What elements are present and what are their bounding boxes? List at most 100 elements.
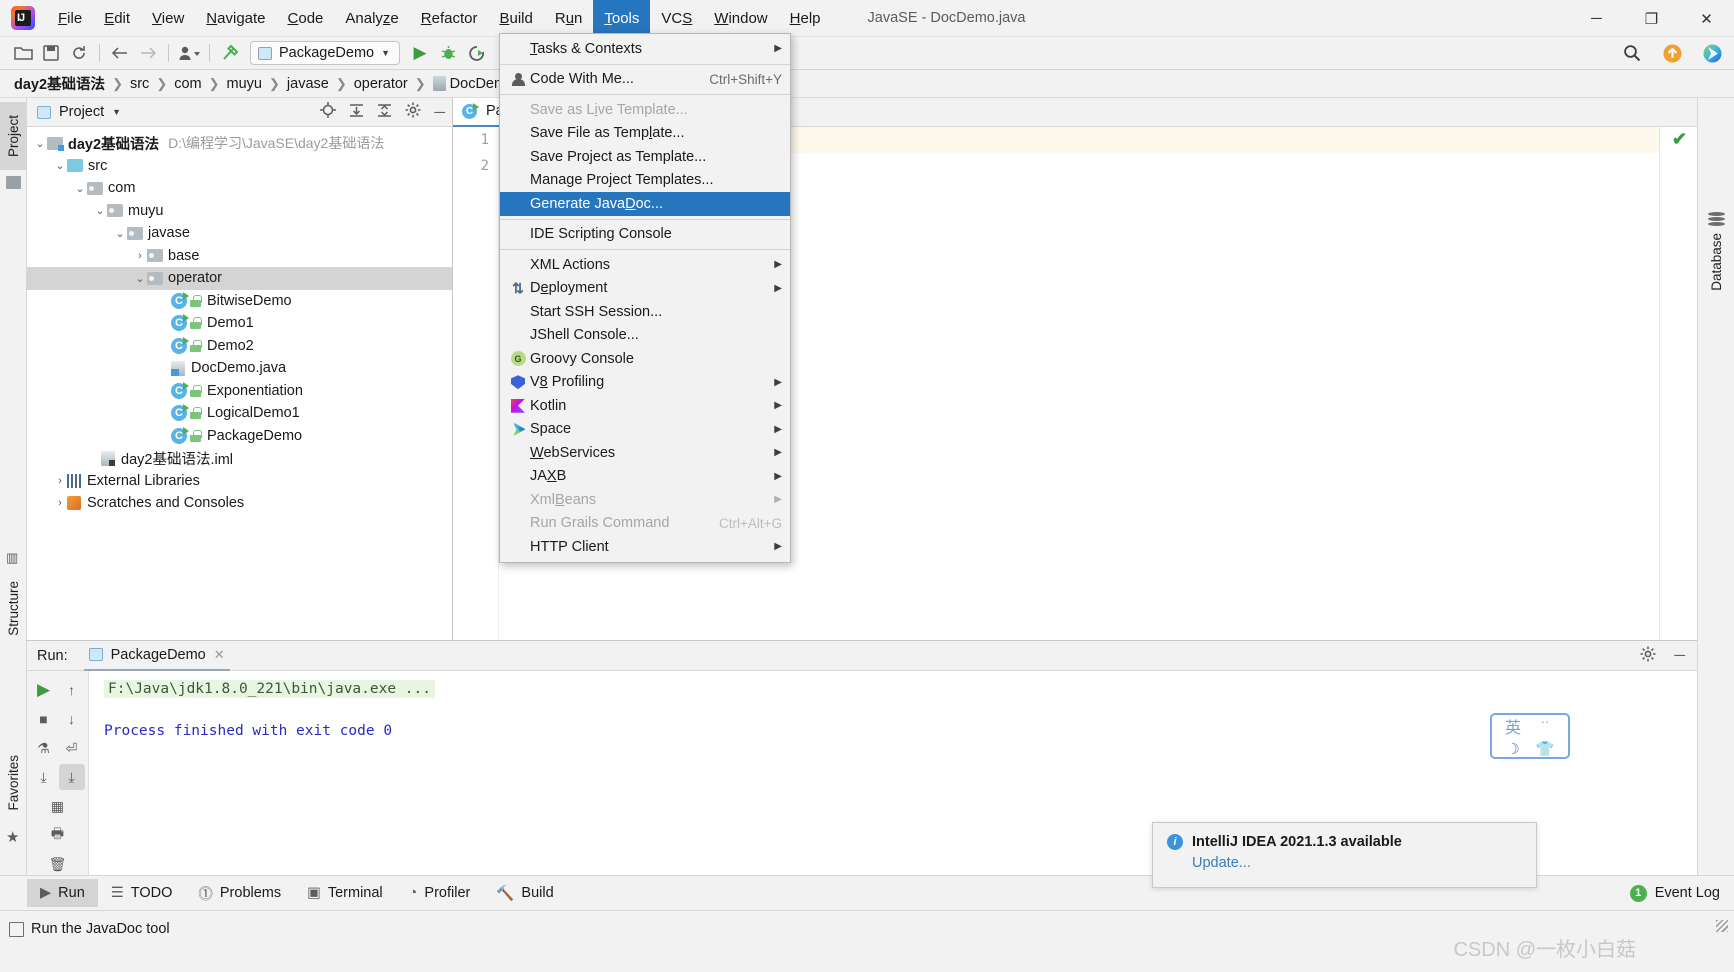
save-all-icon[interactable] [37, 40, 65, 66]
tree-row-docdemo[interactable]: › DocDemo.java [27, 357, 452, 380]
tree-row-external-libraries[interactable]: › External Libraries [27, 470, 452, 493]
run-window-side-toolbar[interactable]: ▶ ↑ ■ ↓ ⚗ ⏎ ⤓ ⤓ ▦ 🖶 🗑 [27, 671, 89, 876]
tree-row-demo2[interactable]: › C Demo2 [27, 335, 452, 358]
menu-window[interactable]: Window [703, 0, 778, 37]
menu-navigate[interactable]: Navigate [195, 0, 276, 37]
main-toolbar[interactable]: PackageDemo ▼ ▶ [0, 37, 1734, 70]
search-icon[interactable] [1618, 40, 1646, 66]
menu-build[interactable]: Build [488, 0, 543, 37]
rail-button-database[interactable]: Database [1698, 206, 1734, 338]
print-icon[interactable]: 🖶 [45, 822, 71, 848]
chevron-down-icon[interactable]: ⌄ [133, 272, 147, 285]
menu-item-kotlin[interactable]: Kotlin ▶ [500, 394, 790, 418]
menu-item-start-ssh-session[interactable]: Start SSH Session... [500, 300, 790, 324]
tree-row-operator[interactable]: ⌄ operator [27, 267, 452, 290]
toolbar-right-actions[interactable] [1618, 40, 1726, 66]
ime-language-label[interactable]: 英 [1498, 714, 1528, 738]
minimize-button[interactable]: ─ [1569, 0, 1624, 37]
tree-row-scratches[interactable]: › Scratches and Consoles [27, 492, 452, 515]
tree-row-day2[interactable]: ⌄ day2基础语法 D:\编程学习\JavaSE\day2基础语法 [27, 132, 452, 155]
resize-grip[interactable] [1716, 920, 1728, 932]
bottom-tab-todo[interactable]: ☰ TODO [98, 879, 186, 907]
maximize-button[interactable]: ❐ [1624, 0, 1679, 37]
tree-row-logicaldemo1[interactable]: › C LogicalDemo1 [27, 402, 452, 425]
open-project-icon[interactable] [9, 40, 37, 66]
folder-icon[interactable] [6, 176, 21, 189]
menu-item-code-with-me[interactable]: Code With Me... Ctrl+Shift+Y [500, 68, 790, 92]
chevron-down-icon[interactable]: ⌄ [113, 227, 127, 240]
filter-icon[interactable]: ⚗ [31, 735, 57, 761]
editor-right-gutter[interactable] [1659, 127, 1697, 640]
tree-row-iml[interactable]: › day2基础语法.iml [27, 447, 452, 470]
navigate-back-icon[interactable] [106, 40, 134, 66]
hide-panel-icon[interactable]: ─ [434, 104, 445, 121]
sync-icon[interactable] [65, 40, 93, 66]
inspection-ok-icon[interactable]: ✔ [1672, 129, 1687, 150]
tree-row-muyu[interactable]: ⌄ muyu [27, 200, 452, 223]
tree-row-demo1[interactable]: › C Demo1 [27, 312, 452, 335]
menu-refactor[interactable]: Refactor [410, 0, 489, 37]
editor-gutter[interactable]: 1 2 [453, 127, 499, 640]
project-panel-actions[interactable]: ─ [320, 102, 445, 122]
bottom-tab-problems[interactable]: ⓵ Problems [185, 879, 294, 907]
ime-moon-icon[interactable]: ☽ [1498, 740, 1528, 758]
bottom-tab-terminal[interactable]: ▣ Terminal [294, 879, 396, 907]
menu-item-xml-actions[interactable]: XML Actions ▶ [500, 253, 790, 277]
soft-wrap-icon[interactable]: ⏎ [59, 735, 85, 761]
space-icon[interactable] [1698, 40, 1726, 66]
bottom-tab-profiler[interactable]: ◔ Profiler [396, 879, 484, 907]
window-controls[interactable]: ─ ❐ ✕ [1569, 0, 1734, 37]
tree-row-bitwisedemo[interactable]: › C BitwiseDemo [27, 290, 452, 313]
menu-help[interactable]: Help [779, 0, 832, 37]
breadcrumb-item-1[interactable]: src [130, 76, 149, 92]
tree-row-exponentiation[interactable]: › C Exponentiation [27, 380, 452, 403]
build-hammer-icon[interactable] [216, 40, 244, 66]
breadcrumb-item-5[interactable]: operator [354, 76, 408, 92]
chevron-right-icon[interactable]: › [53, 497, 67, 509]
menu-item-jaxb[interactable]: JAXB ▶ [500, 465, 790, 489]
right-tool-rail[interactable]: Database [1697, 98, 1734, 875]
menu-item-v8-profiling[interactable]: V8 Profiling ▶ [500, 371, 790, 395]
breadcrumb-item-3[interactable]: muyu [227, 76, 262, 92]
chevron-down-icon[interactable]: ⌄ [53, 159, 67, 172]
menu-item-save-project-as-template[interactable]: Save Project as Template... [500, 145, 790, 169]
tree-row-javase[interactable]: ⌄ javase [27, 222, 452, 245]
scroll-up-icon[interactable]: ↑ [59, 677, 85, 703]
collapse-all-icon[interactable] [377, 103, 392, 122]
chevron-right-icon[interactable]: › [53, 475, 67, 487]
close-icon[interactable]: ✕ [214, 647, 225, 663]
bottom-tab-build[interactable]: 🔨 Build [483, 879, 566, 907]
menu-item-save-file-as-template[interactable]: Save File as Template... [500, 122, 790, 146]
breadcrumb-item-0[interactable]: day2基础语法 [14, 73, 105, 94]
breadcrumb-item-4[interactable]: javase [287, 76, 329, 92]
run-button[interactable]: ▶ [406, 40, 434, 66]
left-tool-rail[interactable]: Project ▥ Structure Favorites ★ [0, 98, 27, 875]
update-notification[interactable]: i IntelliJ IDEA 2021.1.3 available Updat… [1152, 822, 1537, 888]
stop-icon[interactable]: ■ [31, 706, 57, 732]
star-icon[interactable]: ★ [6, 828, 19, 846]
menu-item-ide-scripting-console[interactable]: IDE Scripting Console [500, 223, 790, 247]
ime-dots-icon[interactable]: ·· [1530, 714, 1560, 738]
run-with-coverage-button[interactable] [462, 40, 490, 66]
rail-button-structure[interactable]: Structure [0, 568, 27, 648]
event-log-button[interactable]: 1 Event Log [1629, 884, 1720, 902]
menu-item-generate-javadoc[interactable]: Generate JavaDoc... [500, 192, 790, 216]
chevron-down-icon[interactable]: ▼ [112, 107, 121, 117]
chevron-down-icon[interactable]: ⌄ [73, 182, 87, 195]
tree-row-base[interactable]: › base [27, 245, 452, 268]
hide-panel-icon[interactable]: ─ [1674, 647, 1685, 664]
close-button[interactable]: ✕ [1679, 0, 1734, 37]
menu-view[interactable]: View [141, 0, 195, 37]
chevron-down-icon[interactable]: ⌄ [33, 137, 47, 150]
locate-icon[interactable] [320, 102, 337, 122]
bottom-tab-run[interactable]: ▶ Run [27, 879, 98, 907]
notification-update-link[interactable]: Update... [1153, 850, 1536, 871]
expand-all-icon[interactable] [349, 103, 364, 122]
tree-row-src[interactable]: ⌄ src [27, 155, 452, 178]
menu-bar[interactable]: File Edit View Navigate Code Analyze Ref… [47, 0, 832, 37]
breadcrumb[interactable]: day2基础语法 ❯ src ❯ com ❯ muyu ❯ javase ❯ o… [0, 70, 1734, 98]
navigate-forward-icon[interactable] [134, 40, 162, 66]
menu-edit[interactable]: Edit [93, 0, 141, 37]
menu-item-webservices[interactable]: WebServices ▶ [500, 441, 790, 465]
expand-icon[interactable]: ⤓ [31, 764, 57, 790]
